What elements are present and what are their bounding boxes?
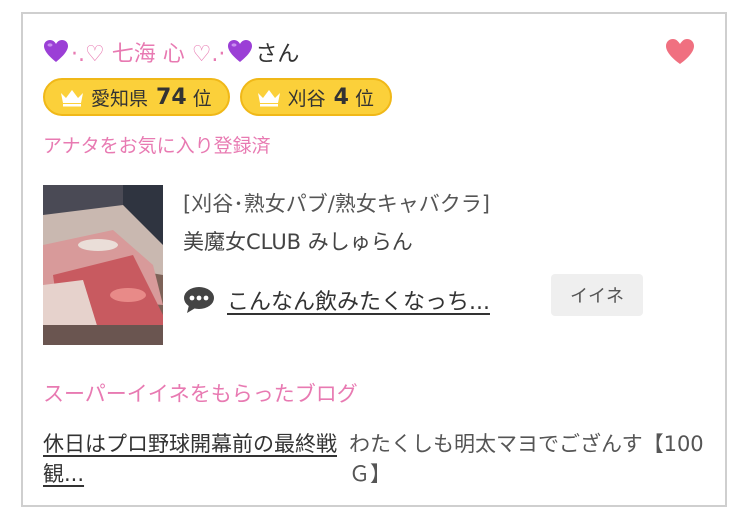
super-like-blog-heading: スーパーイイネをもらったブログ <box>43 382 358 406</box>
blog-entry-link[interactable]: 休日はプロ野球開幕前の最終戦観... <box>43 429 343 489</box>
post-thumbnail[interactable] <box>43 185 163 345</box>
user-card: ·.♡ 七海 心 ♡.· さん 愛知県 74位 刈谷 4位 アナタをお気に入り <box>21 12 727 507</box>
like-button[interactable]: イイネ <box>551 274 643 316</box>
crown-icon <box>257 90 280 107</box>
user-name-suffix: さん <box>255 42 300 67</box>
user-name-prefix: ·.♡ 七海 心 ♡.· <box>71 42 226 67</box>
favorite-heart-icon[interactable] <box>665 38 695 66</box>
ranking-badge-prefecture[interactable]: 愛知県 74 位 <box>43 78 230 116</box>
post-row: こんなん飲みたくなっち... <box>183 284 490 316</box>
shop-category[interactable]: [刈谷･熟女パブ/熟女キャバクラ] <box>183 188 490 218</box>
speech-bubble-icon <box>184 287 214 313</box>
badge-rank: 74 <box>156 84 187 110</box>
ranking-badge-city[interactable]: 刈谷 4位 <box>239 78 392 116</box>
badge-area: 愛知県 <box>91 87 149 110</box>
badge-area: 刈谷 <box>287 87 326 110</box>
shop-name[interactable]: 美魔女CLUB みしゅらん <box>183 226 413 256</box>
badge-unit: 位 <box>192 87 212 110</box>
purple-heart-icon <box>228 40 253 62</box>
purple-heart-icon <box>44 40 68 62</box>
blog-entry-author[interactable]: わたくしも明太マヨでござんす【100Ｇ】 <box>349 429 719 489</box>
favorite-status-text: アナタをお気に入り登録済 <box>43 135 271 157</box>
user-name[interactable]: ·.♡ 七海 心 ♡.· さん <box>43 36 299 68</box>
badge-rank: 4 <box>333 84 349 110</box>
crown-icon <box>61 90 83 107</box>
badge-unit: 位 <box>354 87 374 110</box>
post-title-link[interactable]: こんなん飲みたくなっち... <box>227 284 490 316</box>
ranking-badges: 愛知県 74 位 刈谷 4位 <box>43 78 392 116</box>
